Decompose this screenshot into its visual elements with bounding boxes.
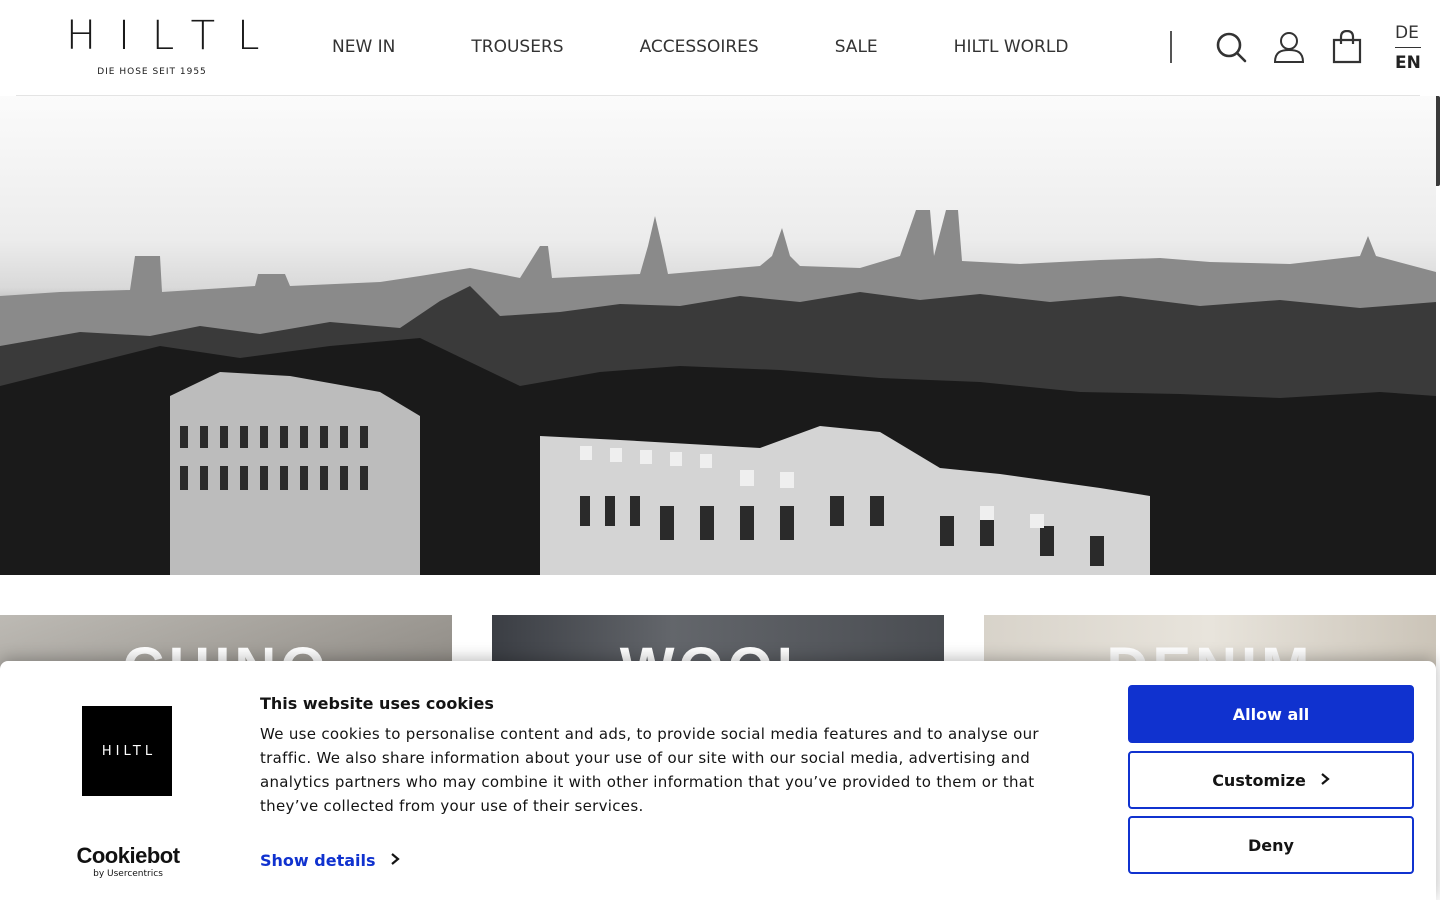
hero-image bbox=[0, 96, 1436, 575]
shopping-bag-icon[interactable] bbox=[1331, 29, 1363, 64]
chevron-right-icon bbox=[390, 852, 400, 870]
lang-en[interactable]: EN bbox=[1395, 52, 1421, 74]
banner-logo-text: HILTL bbox=[101, 743, 157, 759]
nav-item-new-in[interactable]: NEW IN bbox=[332, 36, 395, 60]
munich-skyline-graphic bbox=[0, 210, 1436, 575]
cookie-title: This website uses cookies bbox=[260, 694, 494, 713]
site-header: HILTL DIE HOSE SEIT 1955 NEW IN TROUSERS… bbox=[0, 0, 1440, 96]
search-icon[interactable] bbox=[1215, 30, 1247, 64]
brand-logo[interactable]: HILTL DIE HOSE SEIT 1955 bbox=[56, 13, 282, 78]
cookie-description: We use cookies to personalise content an… bbox=[260, 725, 1039, 815]
allow-all-label: Allow all bbox=[1232, 704, 1310, 724]
nav-item-hiltl-world[interactable]: HILTL WORLD bbox=[954, 36, 1069, 60]
show-details-label: Show details bbox=[260, 851, 376, 870]
deny-button[interactable]: Deny bbox=[1128, 816, 1414, 874]
customize-label: Customize bbox=[1212, 770, 1306, 790]
logo-wordmark: HILTL bbox=[66, 13, 282, 59]
banner-brand-logo: HILTL bbox=[82, 706, 172, 796]
lang-de[interactable]: DE bbox=[1395, 22, 1421, 44]
cookie-consent-banner: HILTL Cookiebot by Usercentrics This web… bbox=[0, 661, 1436, 900]
nav-item-sale[interactable]: SALE bbox=[835, 36, 878, 60]
header-divider bbox=[1170, 31, 1172, 63]
cookiebot-logo[interactable]: Cookiebot by Usercentrics bbox=[76, 843, 180, 880]
nav-item-accessoires[interactable]: ACCESSOIRES bbox=[640, 36, 759, 60]
allow-all-button[interactable]: Allow all bbox=[1128, 685, 1414, 743]
main-nav: NEW IN TROUSERS ACCESSOIRES SALE HILTL W… bbox=[332, 36, 1144, 60]
user-icon[interactable] bbox=[1273, 30, 1305, 64]
cookiebot-name: Cookiebot bbox=[76, 843, 180, 868]
logo-tagline: DIE HOSE SEIT 1955 bbox=[97, 67, 207, 77]
nav-item-trousers[interactable]: TROUSERS bbox=[471, 36, 563, 60]
show-details-link[interactable]: Show details bbox=[260, 851, 400, 870]
cookiebot-by: by Usercentrics bbox=[93, 869, 163, 879]
customize-button[interactable]: Customize bbox=[1128, 751, 1414, 809]
chevron-right-icon bbox=[1320, 771, 1330, 790]
lang-separator bbox=[1395, 47, 1421, 48]
language-switcher: DE EN bbox=[1395, 22, 1421, 74]
deny-label: Deny bbox=[1248, 835, 1294, 855]
